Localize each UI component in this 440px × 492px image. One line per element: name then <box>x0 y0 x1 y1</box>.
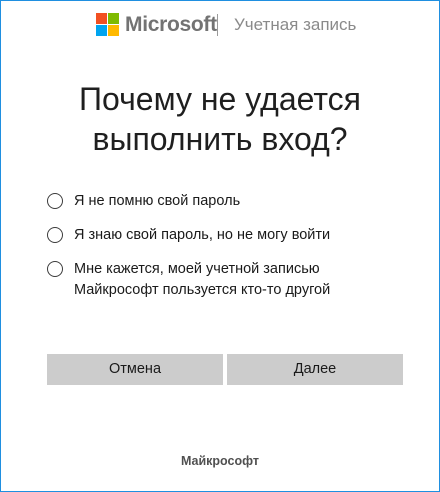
logo-red-square <box>96 13 107 24</box>
brand-name: Microsoft <box>125 13 217 36</box>
dialog-window: Microsoft Учетная запись Почему не удает… <box>0 0 440 492</box>
option-account-compromised-label: Мне кажется, моей учетной записью Майкро… <box>74 259 330 301</box>
page-title-line-1: Почему не удается <box>79 81 361 117</box>
logo-green-square <box>108 13 119 24</box>
option-account-compromised-line-2: Майкрософт пользуется кто-то другой <box>74 282 331 298</box>
button-row: Отмена Далее <box>47 354 403 385</box>
option-account-compromised[interactable]: Мне кажется, моей учетной записью Майкро… <box>47 259 407 301</box>
footer-brand: Майкрософт <box>180 454 260 468</box>
option-know-password-label: Я знаю свой пароль, но не могу войти <box>74 227 331 243</box>
reason-options: Я не помню свой пароль Я знаю свой парол… <box>47 191 407 301</box>
radio-account-compromised[interactable] <box>47 261 63 277</box>
option-know-password[interactable]: Я знаю свой пароль, но не могу войти <box>47 225 407 246</box>
microsoft-logo-icon <box>96 13 119 36</box>
next-button[interactable]: Далее <box>227 354 403 385</box>
cancel-button[interactable]: Отмена <box>47 354 223 385</box>
section-title: Учетная запись <box>234 15 357 34</box>
header-divider <box>217 14 218 36</box>
page-title-line-2: выполнить вход? <box>92 121 348 157</box>
logo-yellow-square <box>108 25 119 36</box>
option-forgot-password-label: Я не помню свой пароль <box>74 193 241 209</box>
radio-forgot-password[interactable] <box>47 193 63 209</box>
logo-blue-square <box>96 25 107 36</box>
option-account-compromised-line-1: Мне кажется, моей учетной записью <box>74 261 320 277</box>
option-forgot-password[interactable]: Я не помню свой пароль <box>47 191 407 212</box>
radio-know-password[interactable] <box>47 227 63 243</box>
page-title: Почему не удается выполнить вход? <box>1 79 439 159</box>
header: Microsoft Учетная запись <box>1 11 439 39</box>
